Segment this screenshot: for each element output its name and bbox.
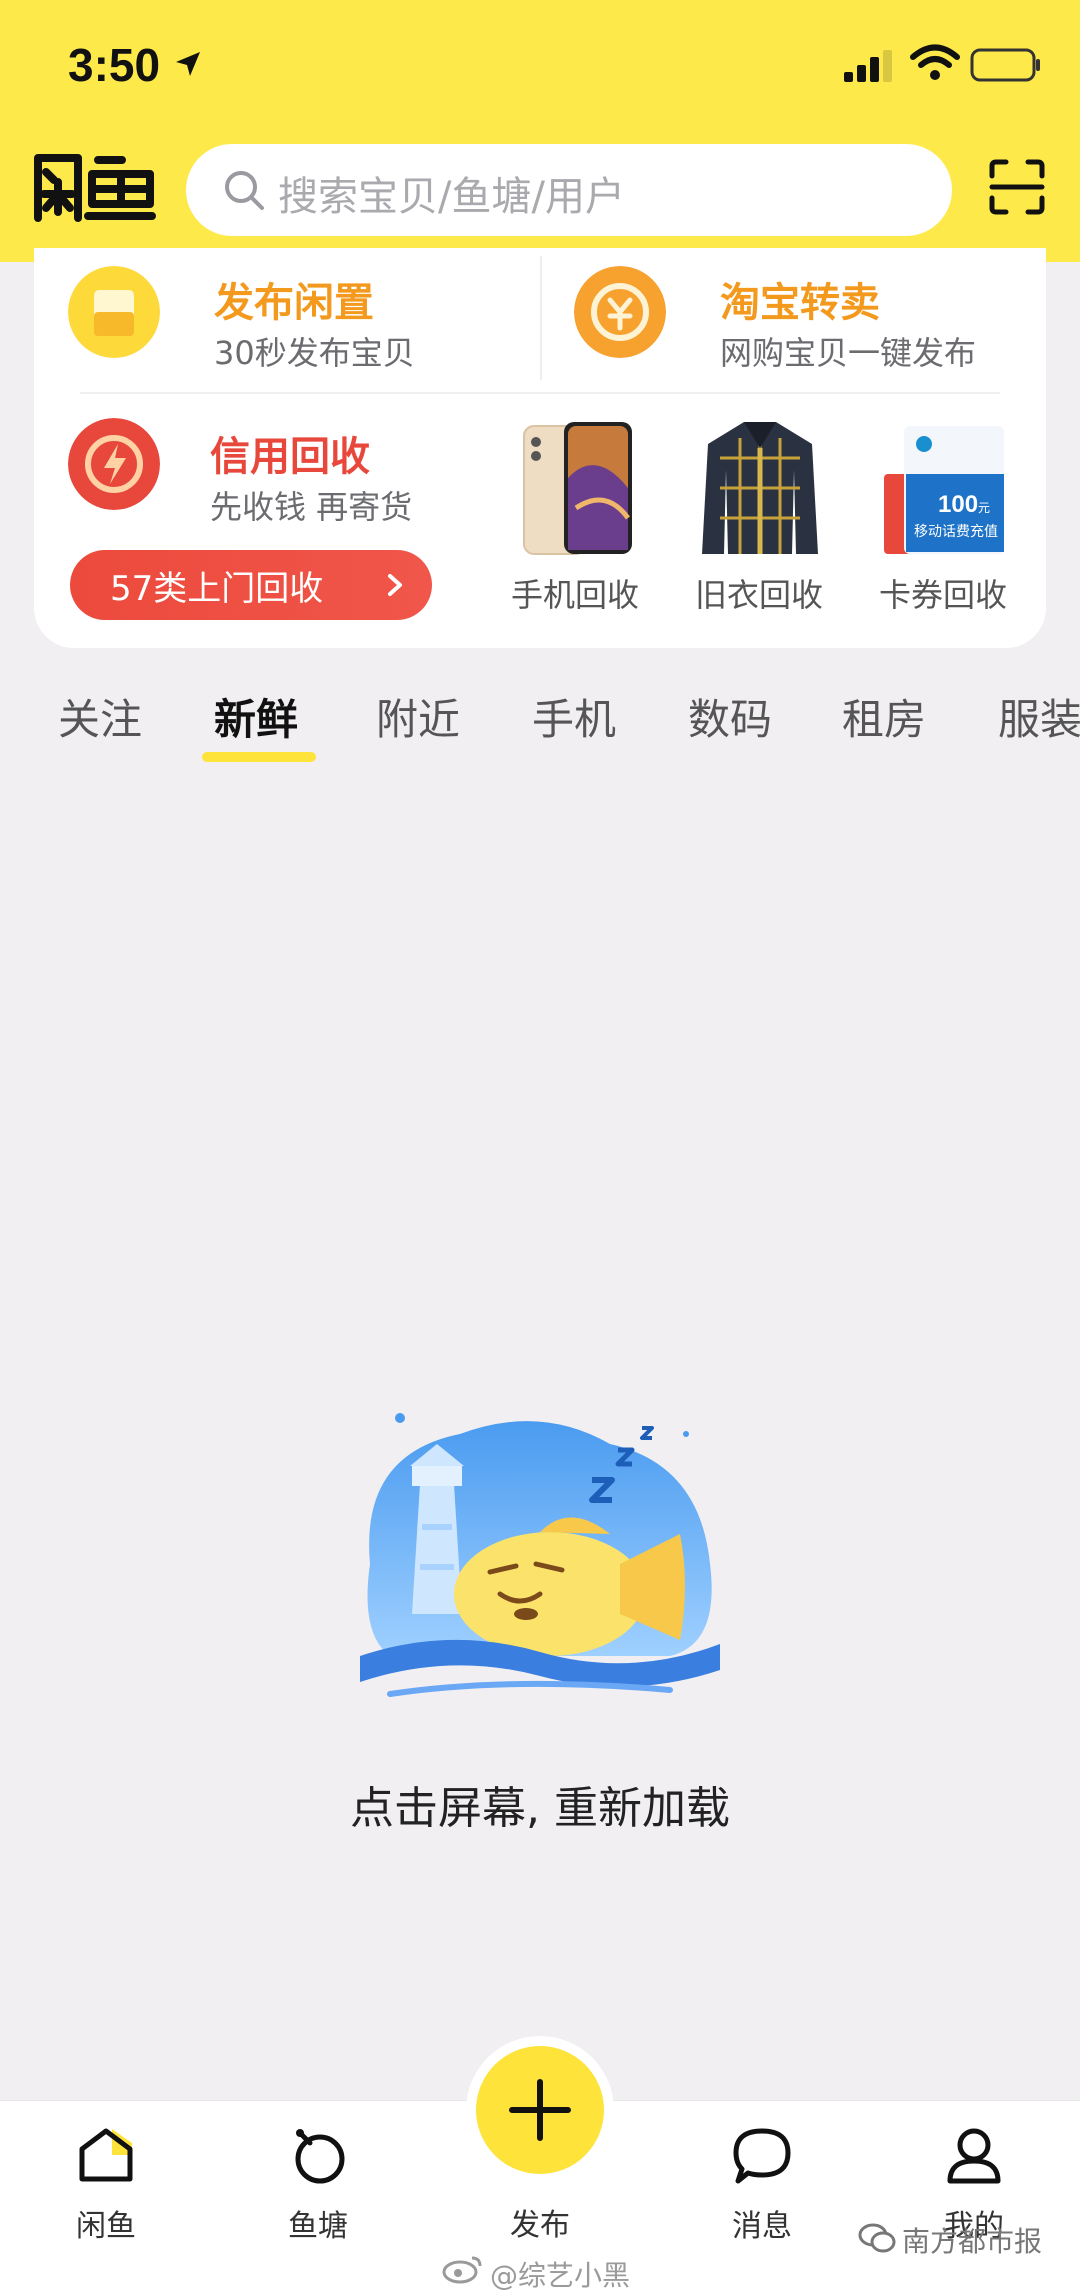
tab-nearby[interactable]: 附近	[376, 686, 460, 747]
home-recycle-button[interactable]: 57类上门回收	[70, 550, 432, 620]
nav-fishpond-label: 鱼塘	[288, 2209, 348, 2244]
phone-image	[523, 422, 632, 555]
card-recycle-label: 卡券回收	[878, 576, 1007, 614]
home-icon	[79, 2128, 133, 2182]
credit-recycle-subtitle: 先收钱 再寄货	[210, 488, 413, 526]
taobao-resell-subtitle: 网购宝贝一键发布	[720, 334, 977, 372]
nav-messages[interactable]: 消息	[692, 2125, 832, 2275]
service-card: 发布闲置 30秒发布宝贝 淘宝转卖 网购宝贝一键发布 信用回收 先收钱 再寄货 …	[34, 248, 1046, 648]
search-placeholder: 搜索宝贝/鱼塘/用户	[278, 174, 625, 220]
location-arrow-icon	[176, 52, 200, 76]
clothes-recycle-entry[interactable]: 旧衣回收	[684, 418, 834, 618]
taobao-resell-title: 淘宝转卖	[720, 280, 880, 326]
weibo-icon	[442, 2256, 482, 2284]
tab-clothing[interactable]: 服装	[998, 686, 1080, 747]
status-time: 3:50	[68, 39, 161, 91]
tab-phone[interactable]: 手机	[532, 686, 616, 747]
svg-text:100: 100	[938, 491, 978, 518]
publish-label: 发布	[510, 2208, 570, 2243]
plus-icon	[509, 2079, 571, 2141]
credit-recycle-entry[interactable]: 信用回收 先收钱 再寄货	[68, 412, 448, 526]
publish-idle-entry[interactable]: 发布闲置 30秒发布宝贝	[68, 258, 508, 372]
taobao-resell-icon	[574, 266, 666, 358]
nav-home[interactable]: 闲鱼	[36, 2125, 176, 2275]
tab-fresh[interactable]: 新鲜	[214, 686, 298, 747]
publish-button[interactable]	[476, 2046, 604, 2174]
vertical-divider	[540, 256, 542, 380]
wechat-icon	[858, 2223, 896, 2253]
svg-text:元: 元	[978, 501, 990, 515]
xianyu-logo: 闲鱼	[34, 154, 156, 222]
tab-digital[interactable]: 数码	[688, 686, 772, 747]
svg-text:移动话费充值: 移动话费充值	[914, 524, 998, 540]
shirt-image	[702, 422, 818, 554]
scan-icon[interactable]	[988, 158, 1046, 216]
sleeping-fish-illustration[interactable]	[350, 1394, 730, 1724]
newspaper-watermark: 南方都市报	[902, 2225, 1043, 2258]
publish-idle-icon	[68, 266, 160, 358]
voucher-card-image: 100 元 移动话费充值	[884, 426, 1004, 554]
phone-recycle-entry[interactable]: 手机回收	[500, 418, 650, 618]
credit-recycle-icon	[68, 418, 160, 510]
phone-recycle-label: 手机回收	[510, 576, 639, 614]
search-input[interactable]: 搜索宝贝/鱼塘/用户	[186, 144, 952, 236]
horizontal-divider	[80, 392, 1000, 394]
category-tabs: 关注 新鲜 附近 手机 数码 租房 服装	[0, 660, 1080, 770]
status-bar: 3:50	[0, 0, 1080, 130]
cellular-signal-icon	[844, 50, 892, 82]
credit-recycle-title: 信用回收	[210, 434, 370, 480]
publish-idle-subtitle: 30秒发布宝贝	[214, 334, 415, 372]
card-recycle-entry[interactable]: 100 元 移动话费充值 卡券回收	[868, 418, 1018, 618]
tab-rental[interactable]: 租房	[842, 686, 926, 747]
chevron-right-icon	[388, 574, 402, 596]
profile-icon	[947, 2128, 1001, 2184]
nav-messages-label: 消息	[732, 2209, 792, 2244]
fishpond-icon	[295, 2129, 345, 2184]
battery-icon	[970, 48, 1040, 82]
active-tab-indicator	[202, 752, 316, 762]
reload-message[interactable]: 点击屏幕, 重新加载	[0, 1772, 1080, 1836]
clothes-recycle-label: 旧衣回收	[694, 576, 823, 614]
publish-idle-title: 发布闲置	[214, 280, 374, 326]
message-icon	[733, 2128, 791, 2184]
search-icon	[225, 171, 264, 210]
nav-fishpond[interactable]: 鱼塘	[248, 2125, 388, 2275]
taobao-resell-entry[interactable]: 淘宝转卖 网购宝贝一键发布	[574, 258, 1034, 372]
wifi-icon	[910, 44, 960, 80]
nav-home-label: 闲鱼	[76, 2209, 136, 2244]
tab-follow[interactable]: 关注	[58, 686, 142, 747]
home-recycle-label: 57类上门回收	[110, 568, 324, 609]
